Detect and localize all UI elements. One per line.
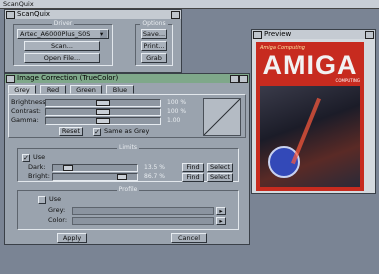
save-button[interactable]: Save... [141,29,167,39]
dark-slider[interactable] [52,164,138,172]
brightness-label: Brightness: [11,98,48,106]
scanquix-window: ScanQuix Driver Artec_A6000Plus_S0S ▾ Sc… [4,9,182,73]
tab-grey[interactable]: Grey [8,85,36,94]
depth-gadget-icon[interactable] [171,11,180,19]
zoom-gadget-icon[interactable] [230,75,239,83]
preview-window: Preview Amiga Computing AMIGA COMPUTING [251,29,376,194]
gamma-knob[interactable] [96,118,110,124]
tab-red[interactable]: Red [40,85,66,94]
grab-button[interactable]: Grab [141,53,167,63]
preview-title-bar[interactable]: Preview [252,30,375,39]
preview-title: Preview [264,30,292,38]
limits-group: Limits ✓ Use Dark: 13.5 % Bright: 86.7 %… [17,144,239,182]
gamma-slider[interactable] [45,117,161,125]
dark-value: 13.5 % [144,164,165,171]
profile-group: Profile Use Grey: ▸ Color: ▸ [17,186,239,230]
color-profile-popup-icon[interactable]: ▸ [216,217,226,225]
apply-button[interactable]: Apply [57,233,87,243]
dark-find-button[interactable]: Find [182,163,204,172]
reset-button[interactable]: Reset [59,127,83,136]
screen-title-bar: ScanQuix [0,0,379,9]
contrast-value: 100 % [167,108,187,115]
color-profile-field[interactable] [72,217,214,225]
scanquix-title: ScanQuix [17,10,51,18]
image-correction-title-bar[interactable]: Image Correction (TrueColor) [5,74,249,83]
options-group: Options Save... Print... Grab [135,20,173,66]
depth-gadget-icon[interactable] [365,31,374,39]
dark-select-button[interactable]: Select [207,163,233,172]
bright-knob[interactable] [117,174,127,180]
bright-slider[interactable] [52,173,138,181]
chevron-down-icon: ▾ [100,30,107,38]
cancel-button[interactable]: Cancel [171,233,207,243]
checkmark-icon: ✓ [94,128,100,136]
dark-knob[interactable] [63,165,73,171]
same-as-grey-label: Same as Grey [104,127,150,135]
limits-use-checkbox[interactable]: ✓ [22,154,30,162]
contrast-knob[interactable] [96,109,110,115]
limits-use-label: Use [33,153,46,161]
scan-button[interactable]: Scan... [24,41,100,51]
options-group-label: Options [140,20,168,27]
color-profile-label: Color: [48,216,68,224]
cover-logo: AMIGA [262,50,358,80]
driver-group: Driver Artec_A6000Plus_S0S ▾ Scan... Ope… [13,20,113,66]
dark-label: Dark: [28,163,46,171]
grey-profile-label: Grey: [48,206,66,214]
driver-select[interactable]: Artec_A6000Plus_S0S ▾ [17,29,109,39]
gamma-label: Gamma: [11,116,39,124]
profile-label: Profile [116,186,140,193]
tab-blue[interactable]: Blue [106,85,134,94]
screen-title: ScanQuix [3,0,34,8]
bright-select-button[interactable]: Select [207,173,233,182]
close-gadget-icon[interactable] [6,11,15,19]
profile-use-checkbox[interactable] [38,196,46,204]
contrast-label: Contrast: [11,107,41,115]
bright-find-button[interactable]: Find [182,173,204,182]
close-gadget-icon[interactable] [253,31,262,39]
driver-value: Artec_A6000Plus_S0S [20,30,91,38]
image-correction-window: Image Correction (TrueColor) Grey Red Gr… [4,73,250,245]
grey-profile-field[interactable] [72,207,214,215]
brightness-knob[interactable] [96,100,110,106]
curve-line [204,99,240,135]
tab-green[interactable]: Green [70,85,102,94]
close-gadget-icon[interactable] [6,75,15,83]
grey-profile-popup-icon[interactable]: ▸ [216,207,226,215]
same-as-grey-checkbox[interactable]: ✓ [93,128,101,136]
checkmark-icon: ✓ [23,154,29,162]
print-button[interactable]: Print... [141,41,167,51]
gamma-value: 1.00 [167,117,181,124]
driver-group-label: Driver [51,20,75,27]
curve-graph [203,98,241,136]
limits-label: Limits [117,144,139,151]
cover-subtitle: COMPUTING [335,78,360,83]
profile-use-label: Use [49,195,62,203]
correction-panel: Brightness: 100 % Contrast: 100 % Gamma:… [8,94,246,138]
image-correction-title: Image Correction (TrueColor) [17,74,119,82]
brightness-value: 100 % [167,99,187,106]
scanquix-title-bar[interactable]: ScanQuix [5,10,181,19]
bright-value: 86.7 % [144,173,165,180]
open-file-button[interactable]: Open File... [24,53,100,63]
channel-tabs: Grey Red Green Blue [8,85,148,94]
cover-photo [260,86,360,187]
brightness-slider[interactable] [45,99,161,107]
contrast-slider[interactable] [45,108,161,116]
cover-laser-beam [291,97,321,165]
bright-label: Bright: [28,172,50,180]
depth-gadget-icon[interactable] [239,75,248,83]
magazine-cover: Amiga Computing AMIGA COMPUTING [256,42,364,191]
